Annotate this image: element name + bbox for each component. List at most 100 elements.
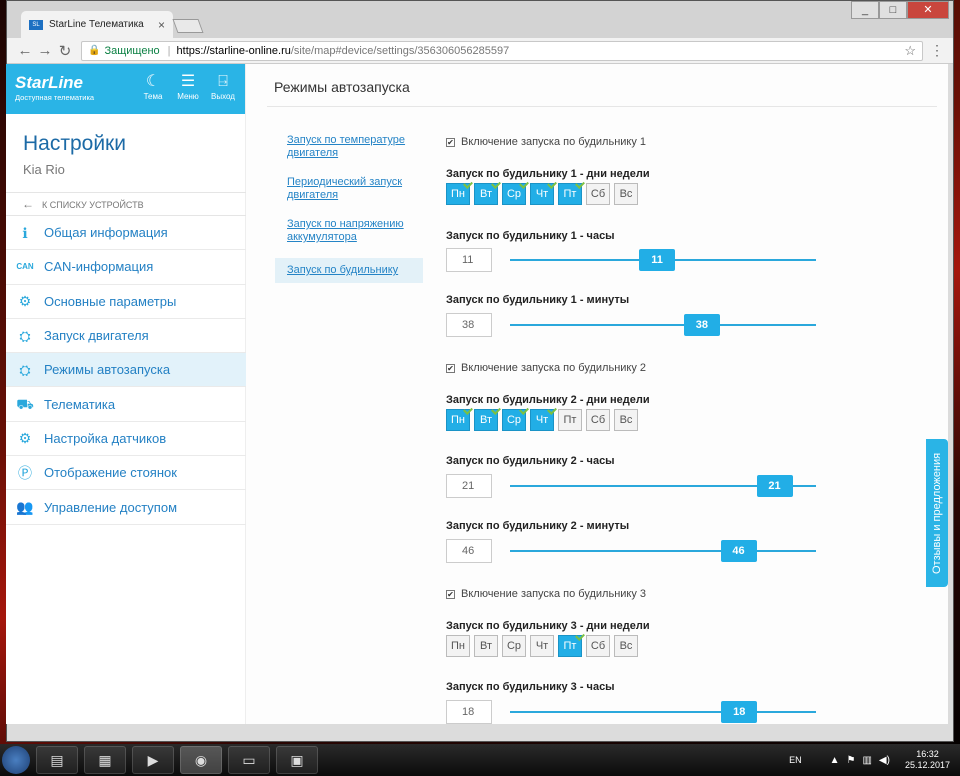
starline-logo[interactable]: StarLine (15, 73, 83, 93)
sidebar-item-autostart-modes[interactable]: ⛭ Режимы автозапуска (6, 353, 246, 388)
new-tab-button[interactable] (172, 19, 204, 33)
forward-arrow-icon[interactable]: → (35, 42, 55, 59)
exit-door-icon: ⍈ (218, 73, 228, 90)
alarm1-enable-checkbox[interactable]: ✔ Включение запуска по будильнику 1 (446, 134, 646, 150)
day-toggle[interactable]: Сб (586, 409, 610, 431)
subnav-temperature-start[interactable]: Запуск по температуре двигателя (275, 132, 423, 162)
menu-button[interactable]: ☰ Меню (172, 72, 204, 101)
day-toggle[interactable]: Ср (502, 183, 526, 205)
day-toggle[interactable]: Сб (586, 183, 610, 205)
sidebar-item-label: Основные параметры (44, 293, 177, 309)
day-toggle[interactable]: Чт (530, 635, 554, 657)
slider-handle[interactable]: 21 (756, 475, 793, 497)
clock[interactable]: 16:32 25.12.2017 (905, 749, 950, 771)
window-controls: _ □ ✕ (851, 1, 949, 19)
address-bar: ← → ↻ 🔒 Защищено | https://starline-onli… (7, 38, 953, 64)
minimize-button[interactable]: _ (851, 1, 879, 19)
flag-icon[interactable]: ⚑ (847, 755, 856, 766)
sidebar-item-telematics[interactable]: ⛟ Телематика (6, 387, 246, 422)
sidebar-item-sensors[interactable]: ⚙ Настройка датчиков (6, 422, 246, 457)
exit-button[interactable]: ⍈ Выход (207, 72, 239, 101)
sidebar-item-general-info[interactable]: ℹ Общая информация (6, 216, 246, 251)
slider-handle[interactable]: 46 (720, 540, 757, 562)
start-button[interactable] (2, 746, 30, 774)
day-toggle[interactable]: Пн (446, 409, 470, 431)
slider-track[interactable] (510, 324, 816, 326)
day-toggle[interactable]: Пт (558, 183, 582, 205)
day-toggle[interactable]: Сб (586, 635, 610, 657)
slider-track[interactable] (510, 711, 816, 713)
sidebar-item-engine-start[interactable]: ⛭ Запуск двигателя (6, 319, 246, 354)
slider-track[interactable] (510, 550, 816, 552)
network-icon[interactable]: ▥ (862, 755, 871, 766)
slider-handle[interactable]: 38 (683, 314, 720, 336)
slider-handle[interactable]: 11 (639, 249, 676, 271)
browser-tab[interactable]: SL StarLine Телематика × (21, 11, 173, 38)
day-toggle[interactable]: Ср (502, 635, 526, 657)
sidebar-item-parking[interactable]: Ⓟ Отображение стоянок (6, 456, 246, 491)
alarm2-enable-checkbox[interactable]: ✔ Включение запуска по будильнику 2 (446, 360, 646, 376)
browser-menu-icon[interactable]: ⋮ (929, 42, 945, 59)
engine-icon: ⛭ (19, 327, 31, 344)
day-toggle[interactable]: Вт (474, 409, 498, 431)
day-toggle[interactable]: Вс (614, 409, 638, 431)
day-toggle[interactable]: Чт (530, 183, 554, 205)
sidebar-item-label: Телематика (44, 396, 116, 412)
app-header: StarLine Доступная телематика ☾ Тема ☰ М… (6, 64, 245, 114)
windows-explorer-icon[interactable]: ▤ (36, 746, 78, 774)
close-window-button[interactable]: ✕ (907, 1, 949, 19)
day-toggle[interactable]: Пт (558, 409, 582, 431)
sidebar-item-label: Режимы автозапуска (44, 362, 171, 378)
day-toggle[interactable]: Пн (446, 635, 470, 657)
tab-close-icon[interactable]: × (158, 18, 165, 32)
bookmark-star-icon[interactable]: ☆ (904, 43, 916, 59)
system-tray: EN ▲ ⚑ ▥ ◀) 16:32 25.12.2017 (789, 749, 960, 771)
url-separator: | (167, 44, 171, 57)
folder-icon[interactable]: ▦ (84, 746, 126, 774)
url-input[interactable]: 🔒 Защищено | https://starline-online.ru … (81, 40, 923, 61)
feedback-tab[interactable]: Отзывы и предложения (926, 439, 948, 587)
alarm3-hours-input[interactable]: 18 (446, 700, 492, 724)
subnav-voltage-start[interactable]: Запуск по напряжению аккумулятора (275, 216, 423, 246)
back-arrow-icon[interactable]: ← (15, 42, 35, 59)
alarm3-hours-label: Запуск по будильнику 3 - часы (446, 681, 615, 693)
theme-button[interactable]: ☾ Тема (137, 72, 169, 101)
moon-icon: ☾ (145, 73, 161, 90)
reload-icon[interactable]: ↻ (55, 42, 75, 60)
media-player-icon[interactable]: ▶ (132, 746, 174, 774)
day-toggle[interactable]: Вт (474, 635, 498, 657)
day-toggle[interactable]: Ср (502, 409, 526, 431)
alarm1-hours-label: Запуск по будильнику 1 - часы (446, 230, 615, 242)
language-indicator[interactable]: EN (789, 755, 802, 765)
tray-arrow-icon[interactable]: ▲ (830, 755, 840, 766)
remote-desktop-icon[interactable]: ▣ (276, 746, 318, 774)
day-toggle[interactable]: Вс (614, 183, 638, 205)
sidebar-item-access[interactable]: 👥 Управление доступом (6, 490, 246, 525)
day-toggle[interactable]: Вс (614, 635, 638, 657)
alarm1-minutes-slider: 38 38 (446, 313, 936, 337)
subnav-periodic-start[interactable]: Периодический запуск двигателя (275, 174, 423, 204)
day-toggle[interactable]: Чт (530, 409, 554, 431)
back-to-devices-link[interactable]: ← К списку устройств (6, 192, 246, 216)
alarm2-minutes-input[interactable]: 46 (446, 539, 492, 563)
maximize-button[interactable]: □ (879, 1, 907, 19)
sidebar-item-label: Общая информация (44, 225, 168, 241)
monitor-icon[interactable]: ▭ (228, 746, 270, 774)
day-toggle[interactable]: Пт (558, 635, 582, 657)
alarm2-hours-input[interactable]: 21 (446, 474, 492, 498)
subnav-alarm-start[interactable]: Запуск по будильнику (275, 258, 423, 283)
alarm3-enable-checkbox[interactable]: ✔ Включение запуска по будильнику 3 (446, 586, 646, 602)
day-toggle[interactable]: Пн (446, 183, 470, 205)
alarm1-minutes-input[interactable]: 38 (446, 313, 492, 337)
sidebar-item-can-info[interactable]: CAN CAN-информация (6, 250, 246, 285)
sensors-icon: ⚙ (18, 430, 32, 447)
day-toggle[interactable]: Вт (474, 183, 498, 205)
can-icon: CAN (16, 261, 34, 271)
starline-favicon-icon: SL (29, 19, 43, 30)
alarm1-hours-input[interactable]: 11 (446, 248, 492, 272)
alarm3-enable-label: Включение запуска по будильнику 3 (461, 588, 647, 600)
slider-handle[interactable]: 18 (721, 701, 758, 723)
chrome-icon[interactable]: ◉ (180, 746, 222, 774)
sidebar-item-basic-params[interactable]: ⚙ Основные параметры (6, 285, 246, 319)
volume-icon[interactable]: ◀) (879, 755, 890, 766)
